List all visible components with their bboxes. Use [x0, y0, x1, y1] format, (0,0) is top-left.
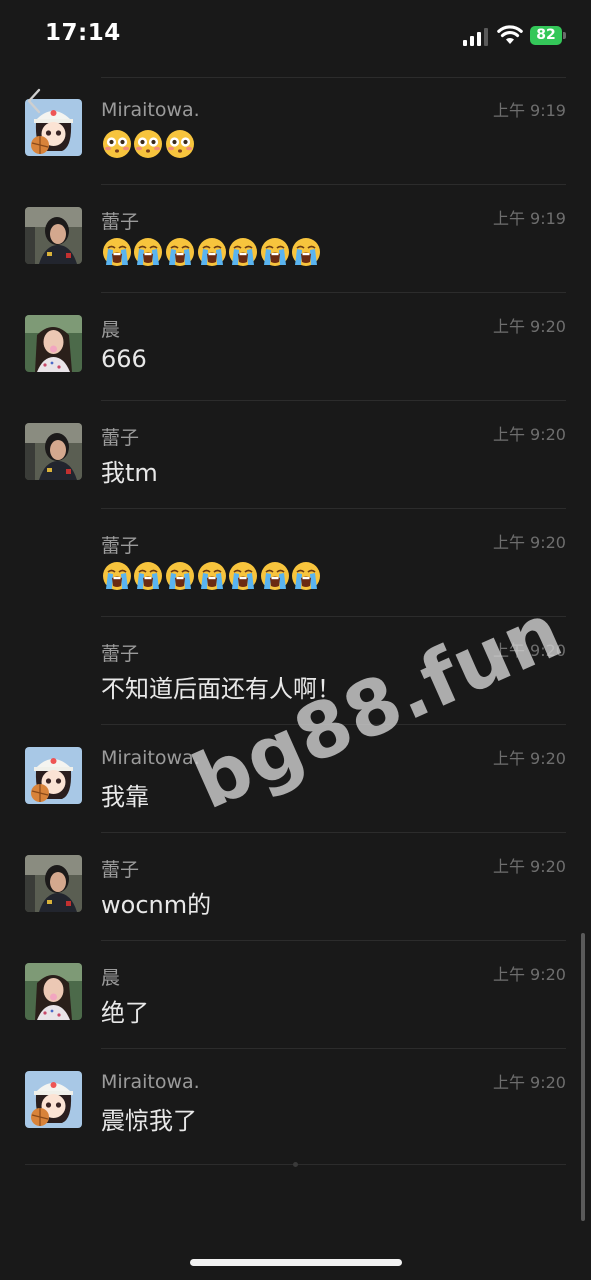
avatar[interactable]: [25, 1071, 82, 1128]
battery-tip: [563, 32, 566, 39]
message-row[interactable]: 蕾子 上午 9:20 wocnm的: [25, 832, 566, 940]
sender-name: 蕾子: [101, 859, 140, 881]
wifi-icon: [497, 25, 523, 44]
emoji-row: [101, 129, 196, 159]
avatar[interactable]: [25, 315, 82, 372]
loudly-crying-face-icon: [227, 237, 259, 267]
message-text: 666: [101, 345, 147, 373]
message-time: 上午 9:19: [492, 101, 566, 120]
scrollbar[interactable]: [581, 933, 585, 1221]
avatar[interactable]: [25, 423, 82, 480]
message-time: 上午 9:20: [492, 533, 566, 552]
message-text: 绝了: [101, 999, 149, 1027]
loudly-crying-face-icon: [133, 237, 165, 267]
avatar[interactable]: [25, 963, 82, 1020]
status-bar: 17:14 82: [0, 0, 591, 72]
emoji-row: [101, 237, 322, 267]
sender-name: 蕾子: [101, 535, 140, 557]
cellular-signal-icon: [463, 28, 488, 46]
sender-name: 蕾子: [101, 427, 140, 449]
message-row[interactable]: Miraitowa. 上午 9:19: [25, 77, 566, 184]
loudly-crying-face-icon: [101, 561, 133, 591]
message-time: 上午 9:20: [492, 317, 566, 336]
message-time: 上午 9:20: [492, 749, 566, 768]
message-text: wocnm的: [101, 891, 212, 919]
message-time: 上午 9:20: [492, 857, 566, 876]
status-time: 17:14: [45, 20, 121, 46]
flushed-face-icon: [101, 129, 133, 159]
loudly-crying-face-icon: [196, 237, 228, 267]
message-time: 上午 9:19: [492, 209, 566, 228]
message-time: 上午 9:20: [492, 1073, 566, 1092]
message-row[interactable]: 晨 上午 9:20 绝了: [25, 940, 566, 1048]
avatar[interactable]: [25, 855, 82, 912]
avatar[interactable]: [25, 207, 82, 264]
sender-name: 蕾子: [101, 211, 140, 233]
message-row[interactable]: Miraitowa. 上午 9:20 震惊我了: [25, 1048, 566, 1156]
loudly-crying-face-icon: [196, 561, 228, 591]
sender-name: 蕾子: [101, 643, 140, 665]
message-text: 我靠: [101, 783, 149, 811]
sender-name: 晨: [101, 319, 121, 341]
loudly-crying-face-icon: [291, 561, 323, 591]
message-text: 我tm: [101, 459, 158, 487]
sender-name: Miraitowa.: [101, 1071, 200, 1093]
home-indicator[interactable]: [190, 1259, 402, 1266]
message-time: 上午 9:20: [492, 425, 566, 444]
message-time: 上午 9:20: [492, 965, 566, 984]
loudly-crying-face-icon: [164, 237, 196, 267]
emoji-row: [101, 561, 322, 591]
chat-history-screen: 17:14 82 Miraitowa. 上午 9:19 蕾子 上午 9:19 晨上午 9…: [0, 0, 591, 1280]
message-row[interactable]: 晨 上午 9:20 666: [25, 292, 566, 400]
loudly-crying-face-icon: [101, 237, 133, 267]
sender-name: 晨: [101, 967, 121, 989]
back-arrow-icon[interactable]: [24, 88, 44, 114]
message-row[interactable]: 蕾子 上午 9:19: [25, 184, 566, 292]
load-more-dot: [293, 1162, 298, 1167]
loudly-crying-face-icon: [164, 561, 196, 591]
loudly-crying-face-icon: [133, 561, 165, 591]
message-row[interactable]: 蕾子 上午 9:20 我tm: [25, 400, 566, 508]
flushed-face-icon: [164, 129, 196, 159]
loudly-crying-face-icon: [227, 561, 259, 591]
loudly-crying-face-icon: [259, 237, 291, 267]
loudly-crying-face-icon: [259, 561, 291, 591]
loudly-crying-face-icon: [291, 237, 323, 267]
sender-name: Miraitowa.: [101, 99, 200, 121]
battery-icon: 82: [530, 26, 562, 45]
message-text: 震惊我了: [101, 1107, 197, 1135]
message-row[interactable]: 蕾子 上午 9:20: [101, 508, 566, 616]
flushed-face-icon: [133, 129, 165, 159]
avatar[interactable]: [25, 747, 82, 804]
